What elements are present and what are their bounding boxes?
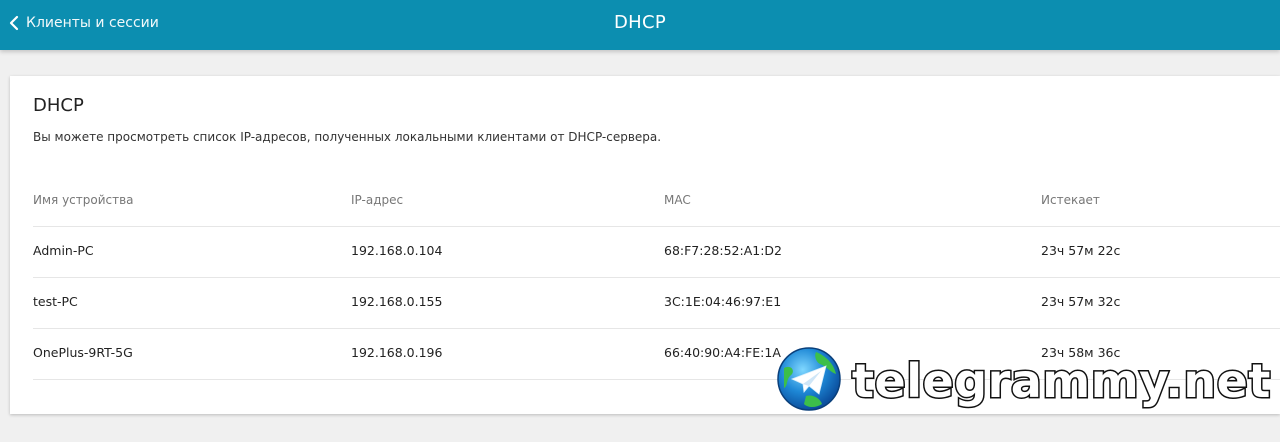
page-title: DHCP xyxy=(613,12,667,33)
expires-cell: 23ч 57м 32с xyxy=(1041,294,1121,309)
table-header-row: Имя устройства IP-адрес MAC Истекает xyxy=(33,176,1280,227)
ip-cell: 192.168.0.155 xyxy=(351,294,443,309)
ip-cell: 192.168.0.196 xyxy=(351,345,443,360)
table-row: test-PC 192.168.0.155 3C:1E:04:46:97:E1 … xyxy=(33,278,1280,329)
column-header-device-name: Имя устройства xyxy=(33,193,134,207)
column-header-mac: MAC xyxy=(664,193,691,207)
ip-cell: 192.168.0.104 xyxy=(351,243,443,258)
top-bar: Клиенты и сессии DHCP xyxy=(0,0,1280,50)
device-name-cell: OnePlus-9RT-5G xyxy=(33,345,133,360)
card-description: Вы можете просмотреть список IP-адресов,… xyxy=(33,130,662,144)
expires-cell: 23ч 57м 22с xyxy=(1041,243,1121,258)
telegram-globe-icon xyxy=(776,346,842,416)
column-header-ip: IP-адрес xyxy=(351,193,404,207)
watermark-text: telegrammy.net xyxy=(851,353,1272,410)
device-name-cell: Admin-PC xyxy=(33,243,94,258)
watermark: telegrammy.net xyxy=(776,346,1272,416)
mac-cell: 3C:1E:04:46:97:E1 xyxy=(664,294,782,309)
mac-cell: 68:F7:28:52:A1:D2 xyxy=(664,243,782,258)
table-row: Admin-PC 192.168.0.104 68:F7:28:52:A1:D2… xyxy=(33,227,1280,278)
mac-cell: 66:40:90:A4:FE:1A xyxy=(664,345,781,360)
column-header-expires: Истекает xyxy=(1041,193,1100,207)
device-name-cell: test-PC xyxy=(33,294,78,309)
card-title: DHCP xyxy=(33,95,84,116)
